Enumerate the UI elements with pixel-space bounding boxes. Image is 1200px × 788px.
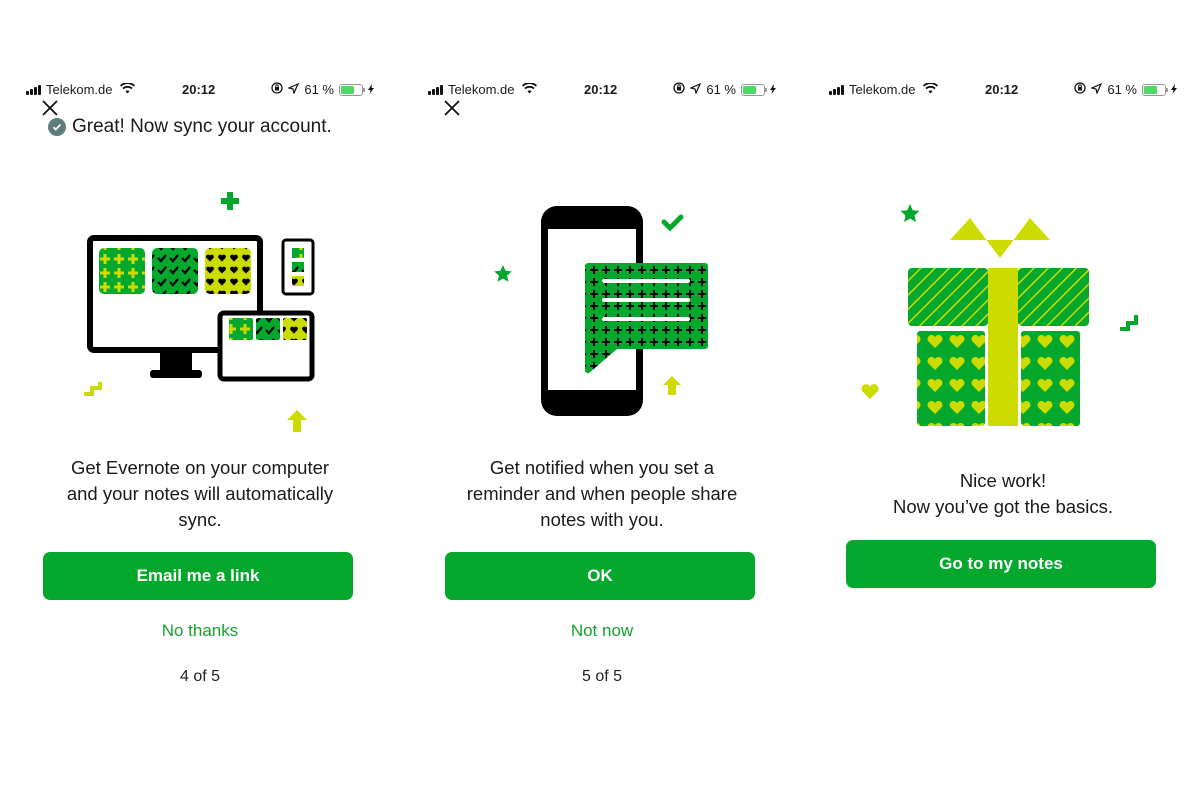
ok-button[interactable]: OK	[445, 552, 755, 600]
orientation-lock-icon	[1074, 82, 1087, 97]
clock: 20:12	[985, 82, 1019, 97]
carrier-name: Telekom.de	[849, 82, 916, 97]
no-thanks-link[interactable]: No thanks	[0, 621, 400, 641]
status-bar: Telekom.de 20:12 61 %	[428, 82, 778, 98]
checkmark-icon	[661, 214, 684, 232]
gift-illustration	[861, 204, 1138, 426]
orientation-lock-icon	[673, 82, 686, 97]
arrow-up-icon	[663, 376, 681, 395]
success-toast: Great! Now sync your account.	[48, 116, 332, 138]
description: Get notified when you set a reminder and…	[466, 457, 738, 530]
gift-bow	[950, 218, 1050, 258]
heart-icon	[861, 384, 879, 399]
star-icon	[900, 204, 920, 222]
location-icon	[287, 82, 300, 97]
location-icon	[1090, 82, 1103, 97]
status-bar: Telekom.de 20:12 61 %	[829, 82, 1179, 98]
page-indicator: 4 of 5	[179, 668, 221, 685]
wifi-icon	[522, 82, 538, 97]
phone-notification-illustration	[494, 206, 708, 416]
signal-icon	[829, 84, 844, 95]
carrier-name: Telekom.de	[46, 82, 113, 97]
screen-sync: Telekom.de 20:12 61 % Great! Now sync yo…	[0, 0, 400, 788]
arrow-up-icon	[287, 410, 307, 432]
go-to-notes-button[interactable]: Go to my notes	[846, 540, 1156, 588]
signal-icon	[26, 84, 41, 95]
screen-finished: Telekom.de 20:12 61 % Nice work! Now you…	[803, 0, 1200, 788]
description: Get Evernote on your computer and your n…	[66, 457, 334, 530]
battery-percent: 61 %	[1107, 82, 1137, 97]
check-circle-icon	[48, 118, 66, 136]
charging-icon	[770, 82, 776, 97]
orientation-lock-icon	[271, 82, 284, 97]
wifi-icon	[120, 82, 136, 97]
clock: 20:12	[584, 82, 618, 97]
plus-icon	[221, 192, 239, 210]
email-link-button[interactable]: Email me a link	[43, 552, 353, 600]
devices-sync-illustration	[84, 192, 315, 432]
signal-icon	[428, 84, 443, 95]
toast-text: Great! Now sync your account.	[72, 116, 332, 137]
wifi-icon	[923, 82, 939, 97]
clock: 20:12	[182, 82, 216, 97]
not-now-link[interactable]: Not now	[402, 621, 802, 641]
charging-icon	[368, 82, 374, 97]
battery-icon	[1142, 83, 1168, 96]
battery-icon	[339, 83, 365, 96]
close-button[interactable]	[40, 98, 60, 118]
screen-notifications: Telekom.de 20:12 61 % Get notified when …	[402, 0, 802, 788]
carrier-name: Telekom.de	[448, 82, 515, 97]
battery-percent: 61 %	[304, 82, 334, 97]
charging-icon	[1171, 82, 1177, 97]
page-indicator: 5 of 5	[581, 668, 623, 685]
star-icon	[494, 265, 512, 282]
battery-percent: 61 %	[706, 82, 736, 97]
battery-icon	[741, 83, 767, 96]
description: Nice work! Now you’ve got the basics.	[892, 470, 1114, 517]
status-bar: Telekom.de 20:12 61 %	[26, 82, 376, 98]
close-icon	[444, 100, 460, 116]
close-icon	[42, 100, 58, 116]
close-button[interactable]	[442, 98, 462, 118]
location-icon	[689, 82, 702, 97]
